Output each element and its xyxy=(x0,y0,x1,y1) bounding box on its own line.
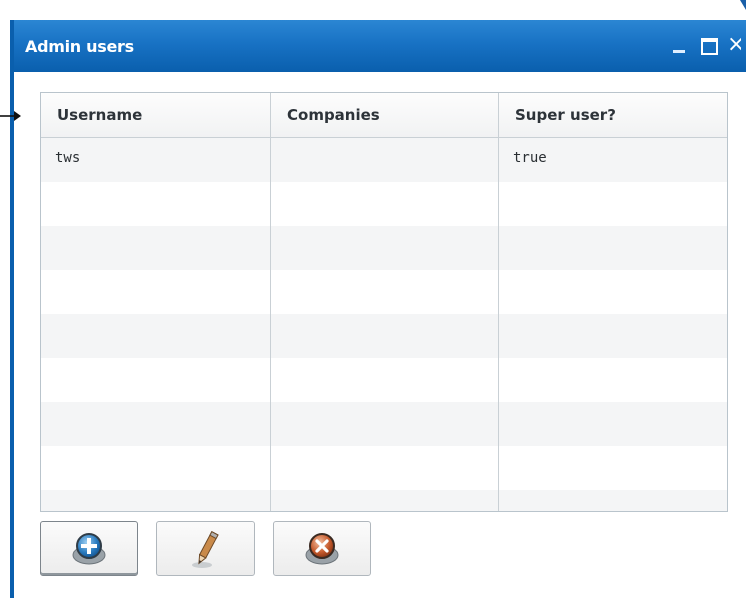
empty-row xyxy=(41,402,727,446)
empty-row xyxy=(41,314,727,358)
edit-button[interactable] xyxy=(156,521,255,576)
table-body: tws true xyxy=(41,138,727,511)
maximize-button[interactable] xyxy=(699,34,719,56)
cell-username: tws xyxy=(55,150,81,166)
delete-user-icon xyxy=(305,532,339,564)
column-header-username[interactable]: Username xyxy=(41,93,271,137)
column-header-super-user[interactable]: Super user? xyxy=(499,93,727,137)
empty-row xyxy=(41,270,727,314)
add-button[interactable] xyxy=(40,521,138,576)
pencil-icon xyxy=(191,530,219,568)
table-header: Username Companies Super user? xyxy=(41,93,727,138)
empty-row xyxy=(41,358,727,402)
minimize-button[interactable] xyxy=(671,34,687,56)
window-title: Admin users xyxy=(25,37,134,56)
add-user-icon xyxy=(72,532,106,564)
empty-row xyxy=(41,490,727,511)
window-corner-mark xyxy=(740,0,746,10)
empty-row xyxy=(41,446,727,490)
window-titlebar[interactable]: Admin users × xyxy=(14,20,746,72)
column-divider xyxy=(498,93,499,511)
table-row[interactable]: tws true xyxy=(41,138,727,182)
empty-row xyxy=(41,182,727,226)
close-button[interactable]: × xyxy=(727,34,741,56)
cell-companies xyxy=(271,138,499,182)
column-divider xyxy=(270,93,271,511)
column-header-companies[interactable]: Companies xyxy=(271,93,499,137)
users-table: Username Companies Super user? tws true xyxy=(40,92,728,512)
empty-row xyxy=(41,226,727,270)
current-row-arrow-icon xyxy=(0,111,21,121)
delete-button[interactable] xyxy=(273,521,371,576)
cell-super-user: true xyxy=(513,150,547,166)
